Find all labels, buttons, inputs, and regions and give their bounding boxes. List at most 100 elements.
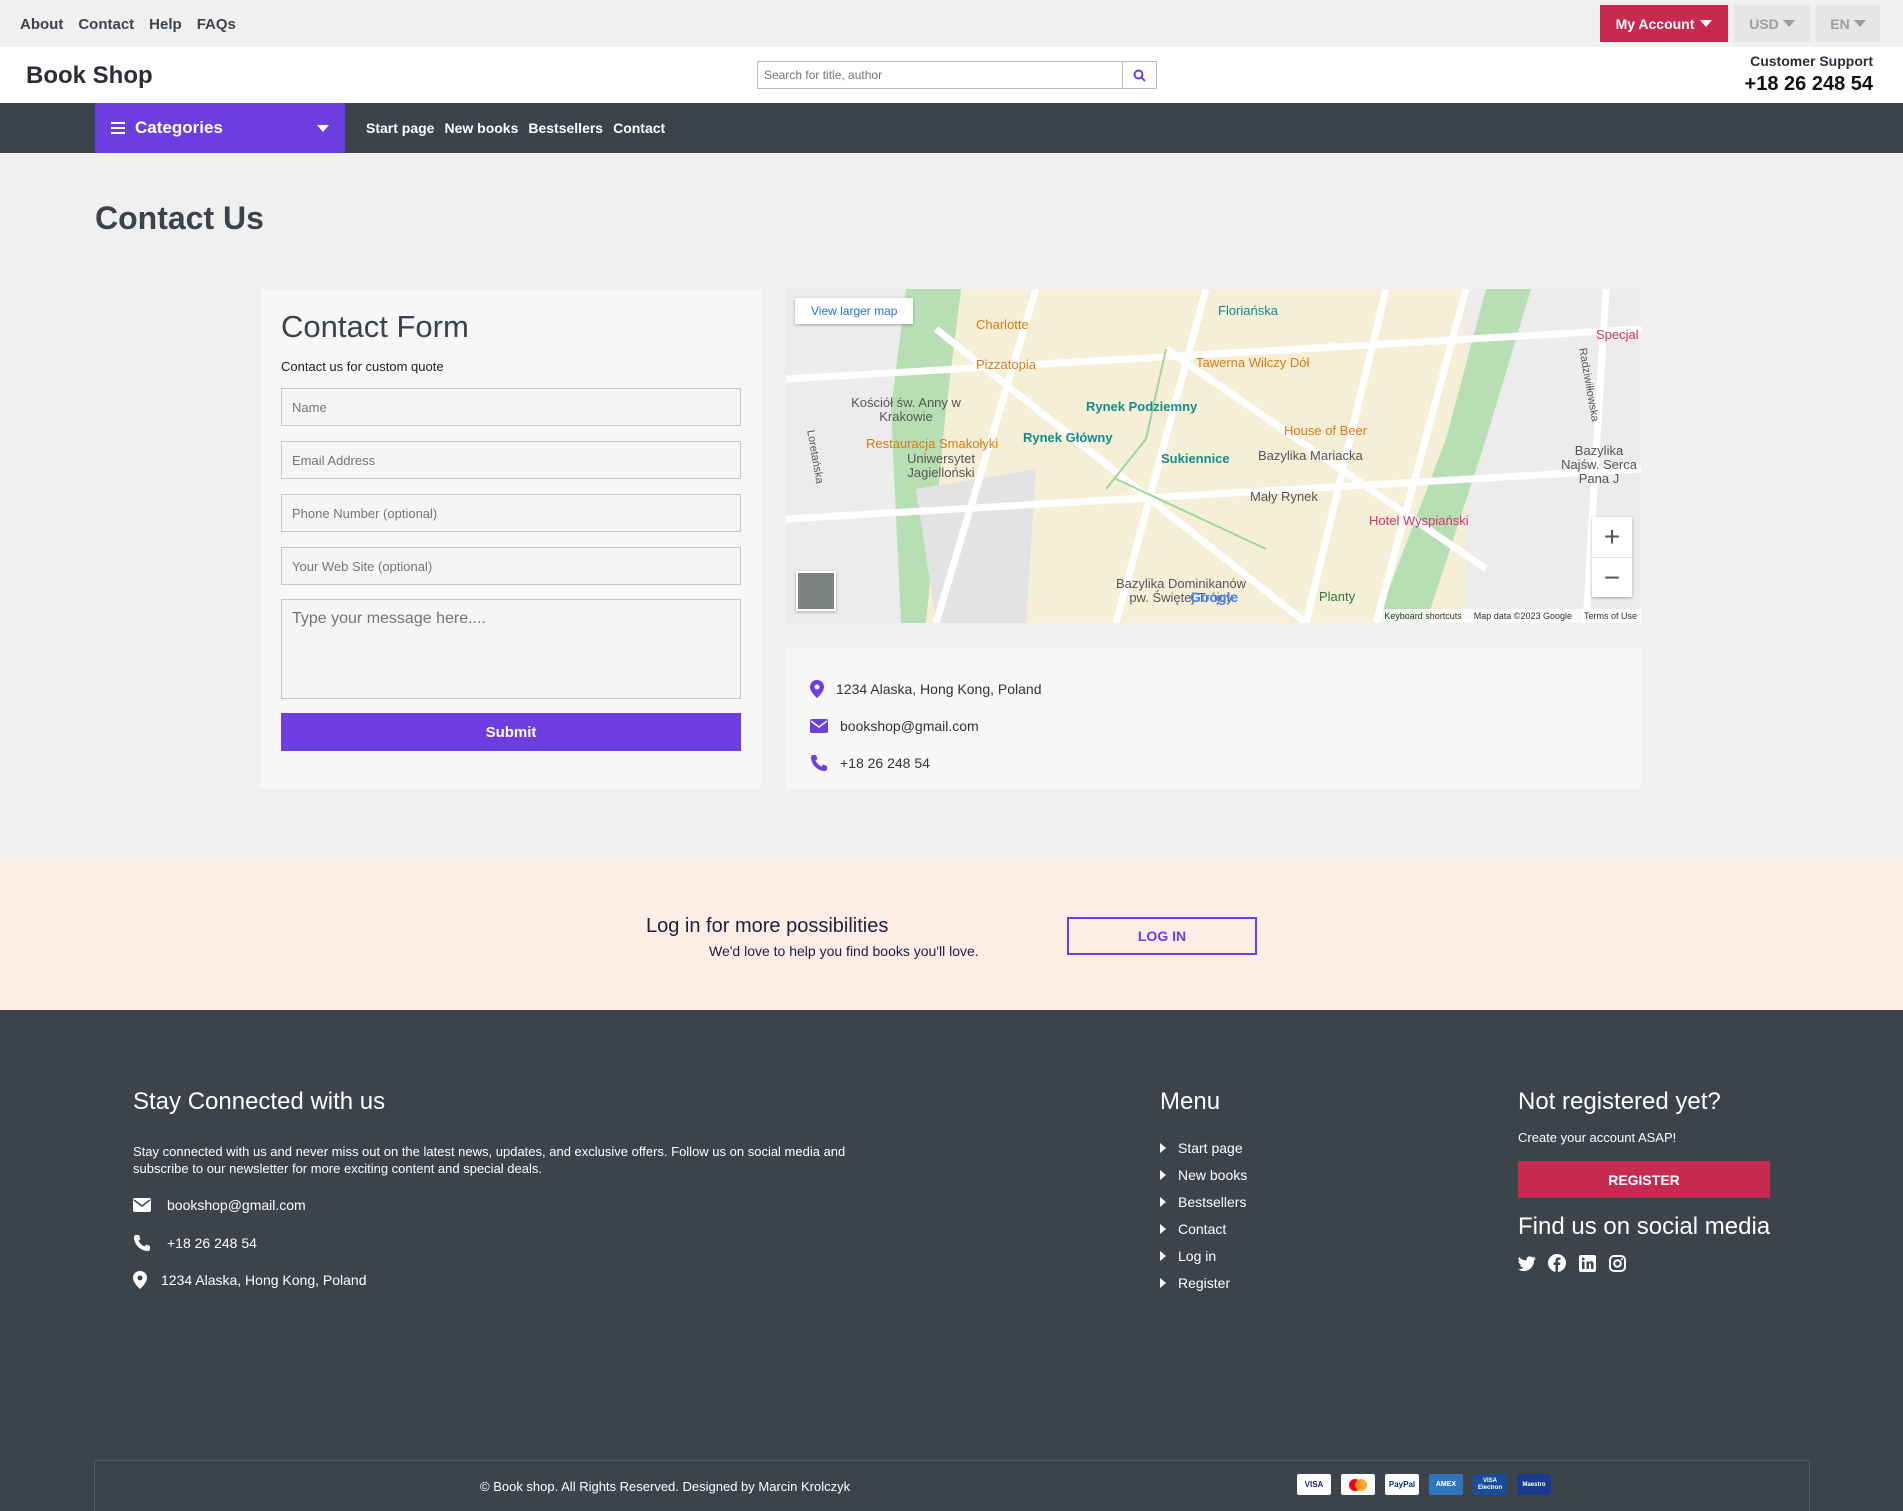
site-header: Book Shop Customer Support +18 26 248 54 — [0, 47, 1903, 103]
social-links — [1518, 1254, 1626, 1272]
my-account-label: My Account — [1615, 15, 1695, 32]
currency-select[interactable]: USD — [1734, 5, 1810, 42]
footer-menu-label: Bestsellers — [1178, 1193, 1247, 1210]
contact-form: Contact Form Contact us for custom quote… — [261, 289, 761, 789]
register-text: Create your account ASAP! — [1518, 1130, 1677, 1145]
info-email-text: bookshop@gmail.com — [840, 717, 979, 734]
map-place-label: House of Beer — [1284, 423, 1368, 438]
footer-menu-label: Contact — [1178, 1220, 1227, 1237]
footer-phone-text: +18 26 248 54 — [167, 1235, 257, 1251]
top-link-faqs[interactable]: FAQs — [197, 16, 236, 33]
map-place-label: Specjal — [1596, 327, 1639, 342]
message-field[interactable] — [281, 599, 741, 699]
footer-menu-item[interactable]: Start page — [1160, 1134, 1247, 1161]
satellite-toggle[interactable] — [796, 571, 836, 611]
nav-link-bestsellers[interactable]: Bestsellers — [528, 120, 603, 136]
footer-menu-label: Start page — [1178, 1139, 1243, 1156]
linkedin-icon[interactable] — [1578, 1254, 1596, 1272]
map-place-label: Bazylika Mariacka — [1258, 448, 1363, 463]
nav-link-new-books[interactable]: New books — [444, 120, 518, 136]
top-link-about[interactable]: About — [20, 16, 63, 33]
top-links: About Contact Help FAQs — [20, 16, 236, 33]
instagram-icon[interactable] — [1608, 1254, 1626, 1272]
site-footer: Stay Connected with us Stay connected wi… — [0, 1010, 1903, 1511]
visa-card-icon: VISA — [1297, 1474, 1331, 1495]
caret-down-icon — [1853, 20, 1866, 27]
footer-address-text: 1234 Alaska, Hong Kong, Poland — [161, 1272, 367, 1288]
search-input[interactable] — [758, 62, 1122, 88]
caret-right-icon — [1160, 1223, 1166, 1234]
map-place-label: Kościół św. Anny w Krakowie — [851, 395, 961, 424]
brand-logo[interactable]: Book Shop — [26, 62, 153, 90]
zoom-out-button[interactable]: − — [1592, 557, 1632, 597]
page-title: Contact Us — [95, 200, 264, 236]
caret-down-icon — [1782, 20, 1795, 27]
location-pin-icon — [810, 679, 824, 698]
search-bar — [757, 61, 1157, 89]
map-place-label: Tawerna Wilczy Dół — [1196, 355, 1310, 370]
map-place-label: Planty — [1319, 589, 1356, 604]
nav-link-contact[interactable]: Contact — [613, 120, 665, 136]
footer-menu-label: Log in — [1178, 1247, 1217, 1264]
top-bar: About Contact Help FAQs My Account USD E… — [0, 0, 1903, 47]
map-place-label: Bazylika Najśw. Serca Pana J — [1561, 443, 1637, 486]
name-field[interactable] — [281, 388, 741, 426]
nav-links: Start page New books Bestsellers Contact — [366, 120, 665, 136]
google-logo: Google — [1190, 589, 1239, 605]
map-place-label: Charlotte — [976, 317, 1029, 332]
top-link-help[interactable]: Help — [149, 16, 182, 33]
footer-email: bookshop@gmail.com — [133, 1197, 306, 1213]
footer-menu-item[interactable]: Contact — [1160, 1215, 1247, 1242]
phone-field[interactable] — [281, 494, 741, 532]
submit-button[interactable]: Submit — [281, 713, 741, 751]
footer-menu: Start page New books Bestsellers Contact… — [1160, 1134, 1247, 1296]
website-field[interactable] — [281, 547, 741, 585]
map-place-label: Rynek Podziemny — [1086, 399, 1198, 414]
visa-electron-card-icon: VISA Electron — [1473, 1474, 1507, 1495]
map-place-label: Uniwersytet Jagielloński — [907, 451, 975, 480]
map-place-label: Hotel Wyspiański — [1369, 513, 1469, 528]
footer-menu-label: New books — [1178, 1166, 1248, 1183]
register-button[interactable]: REGISTER — [1518, 1161, 1770, 1198]
footer-connected-title: Stay Connected with us — [133, 1088, 386, 1115]
map-place-label: Rynek Główny — [1023, 430, 1113, 445]
caret-right-icon — [1160, 1196, 1166, 1207]
categories-dropdown[interactable]: Categories — [95, 103, 345, 153]
footer-menu-item[interactable]: New books — [1160, 1161, 1247, 1188]
form-title: Contact Form — [281, 309, 469, 344]
payment-methods: VISA PayPal AMEX VISA Electron Maestro — [1297, 1474, 1551, 1495]
support-label: Customer Support — [1750, 53, 1873, 69]
nav-link-start-page[interactable]: Start page — [366, 120, 434, 136]
main-nav: Categories Start page New books Bestsell… — [0, 103, 1903, 153]
info-phone-text: +18 26 248 54 — [840, 754, 930, 771]
email-field[interactable] — [281, 441, 741, 479]
envelope-icon — [810, 718, 828, 733]
caret-right-icon — [1160, 1277, 1166, 1288]
footer-phone: +18 26 248 54 — [133, 1234, 257, 1252]
map-place-label: Restauracja Smakołyki — [866, 436, 999, 451]
twitter-icon[interactable] — [1518, 1254, 1536, 1272]
caret-right-icon — [1160, 1250, 1166, 1261]
view-larger-map-link[interactable]: View larger map — [795, 298, 914, 324]
zoom-in-button[interactable]: + — [1592, 517, 1632, 557]
facebook-icon[interactable] — [1548, 1254, 1566, 1272]
terms-of-use-link[interactable]: Terms of Use — [1584, 611, 1637, 621]
map-embed[interactable]: View larger map Charlotte Pizzatopia Flo… — [786, 289, 1641, 623]
login-banner: Log in for more possibilities We'd love … — [0, 860, 1903, 1010]
footer-menu-item[interactable]: Register — [1160, 1269, 1247, 1296]
form-subtitle: Contact us for custom quote — [281, 359, 444, 374]
login-button[interactable]: LOG IN — [1067, 917, 1257, 955]
top-link-contact[interactable]: Contact — [78, 16, 134, 33]
keyboard-shortcuts-link[interactable]: Keyboard shortcuts — [1384, 611, 1462, 621]
footer-address: 1234 Alaska, Hong Kong, Poland — [133, 1271, 367, 1289]
top-right-controls: My Account USD EN — [1600, 5, 1880, 42]
search-button[interactable] — [1122, 62, 1156, 88]
footer-bottom-bar: © Book shop. All Rights Reserved. Design… — [94, 1460, 1810, 1511]
my-account-button[interactable]: My Account — [1600, 5, 1728, 42]
language-select[interactable]: EN — [1816, 5, 1880, 42]
footer-menu-label: Register — [1178, 1274, 1231, 1291]
footer-menu-item[interactable]: Log in — [1160, 1242, 1247, 1269]
phone-icon — [134, 1235, 150, 1251]
categories-label: Categories — [135, 118, 223, 137]
footer-menu-item[interactable]: Bestsellers — [1160, 1188, 1247, 1215]
